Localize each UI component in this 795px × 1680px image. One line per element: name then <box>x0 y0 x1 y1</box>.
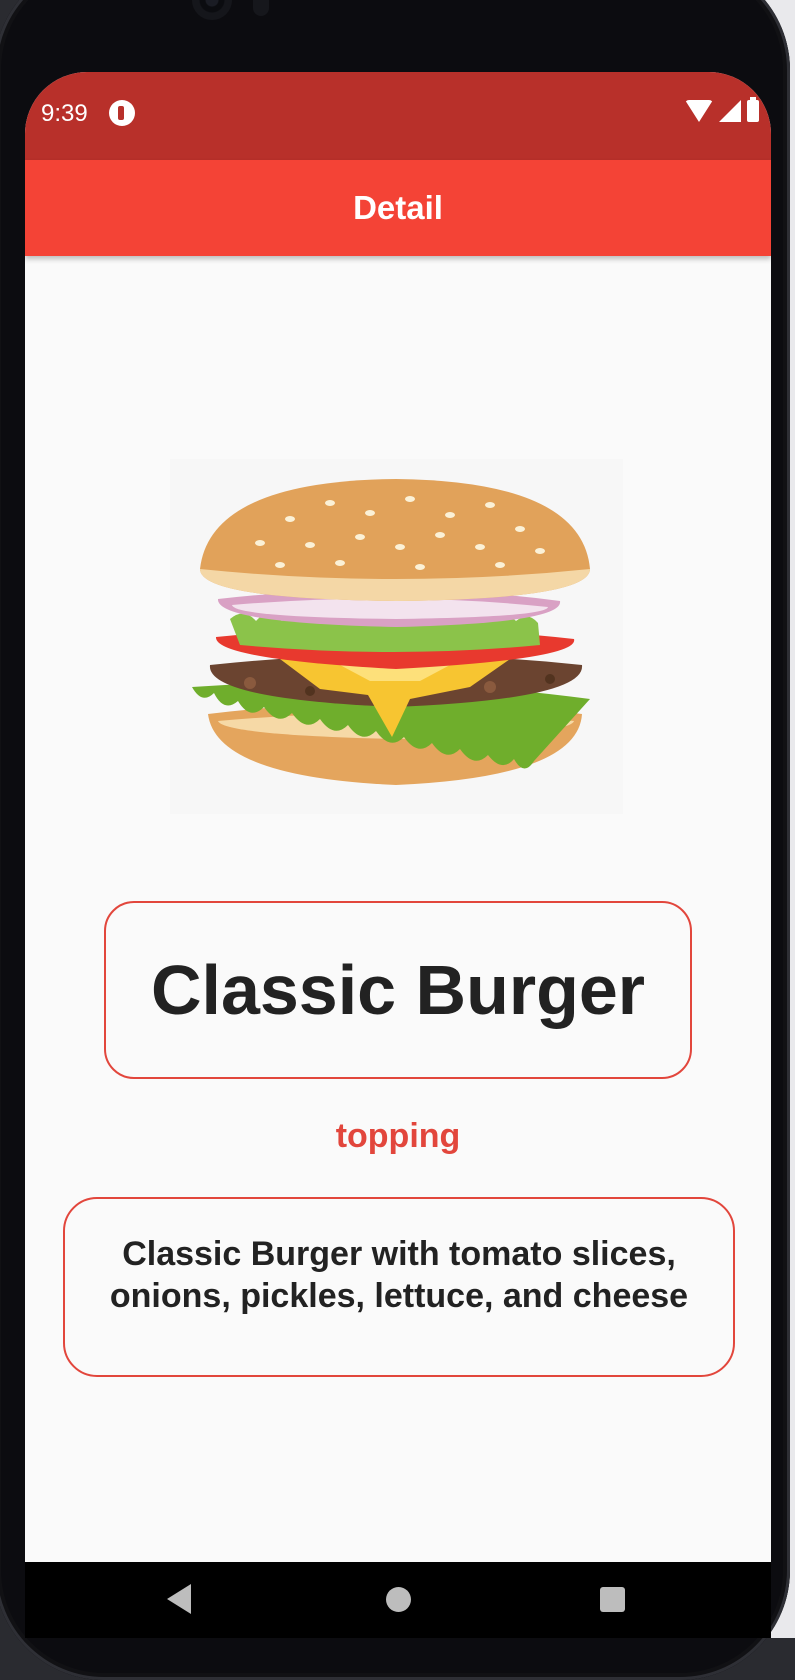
product-description-card: Classic Burger with tomato slices, onion… <box>63 1197 735 1377</box>
system-nav-bar <box>25 1562 771 1638</box>
product-name: Classic Burger <box>150 951 646 1029</box>
product-image <box>170 459 623 814</box>
back-icon[interactable] <box>167 1584 191 1614</box>
burger-image <box>192 479 590 785</box>
front-camera <box>192 0 232 20</box>
page-title: Detail <box>353 189 443 226</box>
recents-icon[interactable] <box>600 1587 625 1612</box>
product-category: topping <box>335 1117 461 1155</box>
status-bar: 9:39 <box>25 72 771 160</box>
signal-icon <box>719 100 741 122</box>
wifi-icon <box>685 100 713 122</box>
battery-icon <box>747 97 759 122</box>
status-time: 9:39 <box>41 100 88 127</box>
home-icon[interactable] <box>386 1587 411 1612</box>
phone-screen: 9:39 Detail Classic Burger topping Class… <box>25 72 771 1638</box>
app-bar: Detail <box>25 160 771 256</box>
product-description: Classic Burger with tomato slices, onion… <box>109 1235 689 1315</box>
app-notification-icon <box>109 100 135 126</box>
status-icons <box>685 97 759 122</box>
product-name-card: Classic Burger <box>104 901 692 1079</box>
proximity-sensor <box>253 0 269 16</box>
